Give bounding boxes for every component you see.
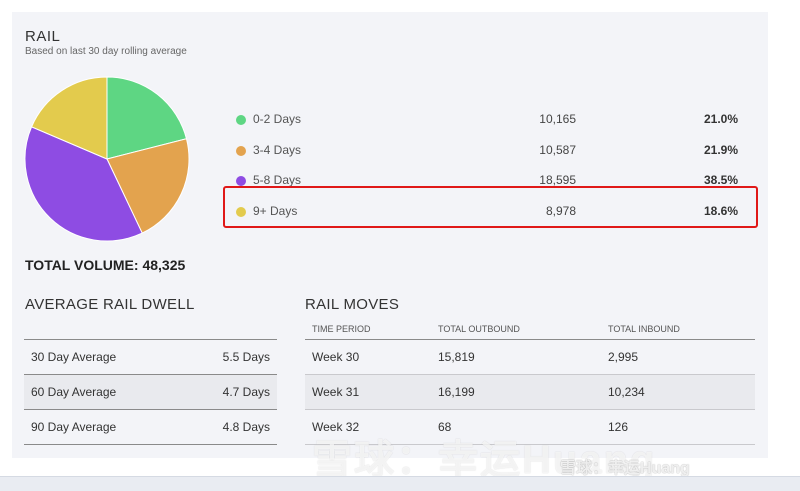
dwell-label: 30 Day Average [31,350,117,364]
total-volume: TOTAL VOLUME: 48,325 [25,257,186,273]
table-cell: 2,995 [608,350,639,364]
legend-percent: 38.5% [703,173,738,187]
table-cell: Week 31 [312,385,360,399]
column-header: TOTAL OUTBOUND [438,324,520,334]
table-row: Week 31 16,199 10,234 [305,375,755,410]
bottom-bar [0,476,800,491]
dwell-label: 60 Day Average [31,385,117,399]
legend-label: 5-8 Days [253,173,302,187]
dwell-value: 4.8 Days [222,420,270,434]
legend-percent: 21.0% [703,112,738,126]
moves-header: TIME PERIOD TOTAL OUTBOUND TOTAL INBOUND [305,319,755,340]
legend-percent: 21.9% [703,143,738,157]
dwell-row: 60 Day Average 4.7 Days [24,374,277,409]
rail-panel: RAIL Based on last 30 day rolling averag… [12,12,768,482]
dwell-row: 30 Day Average 5.5 Days [24,339,277,374]
table-row: Week 30 15,819 2,995 [305,340,755,375]
table-cell: 15,819 [438,350,475,364]
dwell-table: 30 Day Average 5.5 Days 60 Day Average 4.7 … [24,339,277,445]
column-header: TIME PERIOD [312,324,371,334]
table-cell: 16,199 [438,385,475,399]
table-cell: Week 30 [312,350,360,364]
table-cell: 10,234 [608,385,645,399]
legend-item: 0-2 Days 10,165 21.0% [234,105,754,135]
dwell-title: AVERAGE RAIL DWELL [25,296,195,313]
legend-dot-icon [236,146,246,156]
legend-dot-icon [236,115,246,125]
panel-title: RAIL [25,28,61,45]
moves-title: RAIL MOVES [305,296,400,313]
legend-count: 18,595 [539,173,576,187]
legend-label: 0-2 Days [253,112,302,126]
legend-count: 10,587 [539,143,576,157]
legend-label: 3-4 Days [253,143,302,157]
highlight-box [223,186,758,228]
pie-chart [24,76,190,242]
panel-subtitle: Based on last 30 day rolling average [25,46,187,57]
watermark-small: 雪球：幸运Huang [560,460,690,477]
dwell-value: 5.5 Days [222,350,270,364]
dwell-row: 90 Day Average 4.8 Days [24,409,277,445]
legend-dot-icon [236,176,246,186]
legend-item: 3-4 Days 10,587 21.9% [234,136,754,166]
legend-count: 10,165 [539,112,576,126]
column-header: TOTAL INBOUND [608,324,680,334]
dwell-label: 90 Day Average [31,420,117,434]
dwell-value: 4.7 Days [222,385,270,399]
